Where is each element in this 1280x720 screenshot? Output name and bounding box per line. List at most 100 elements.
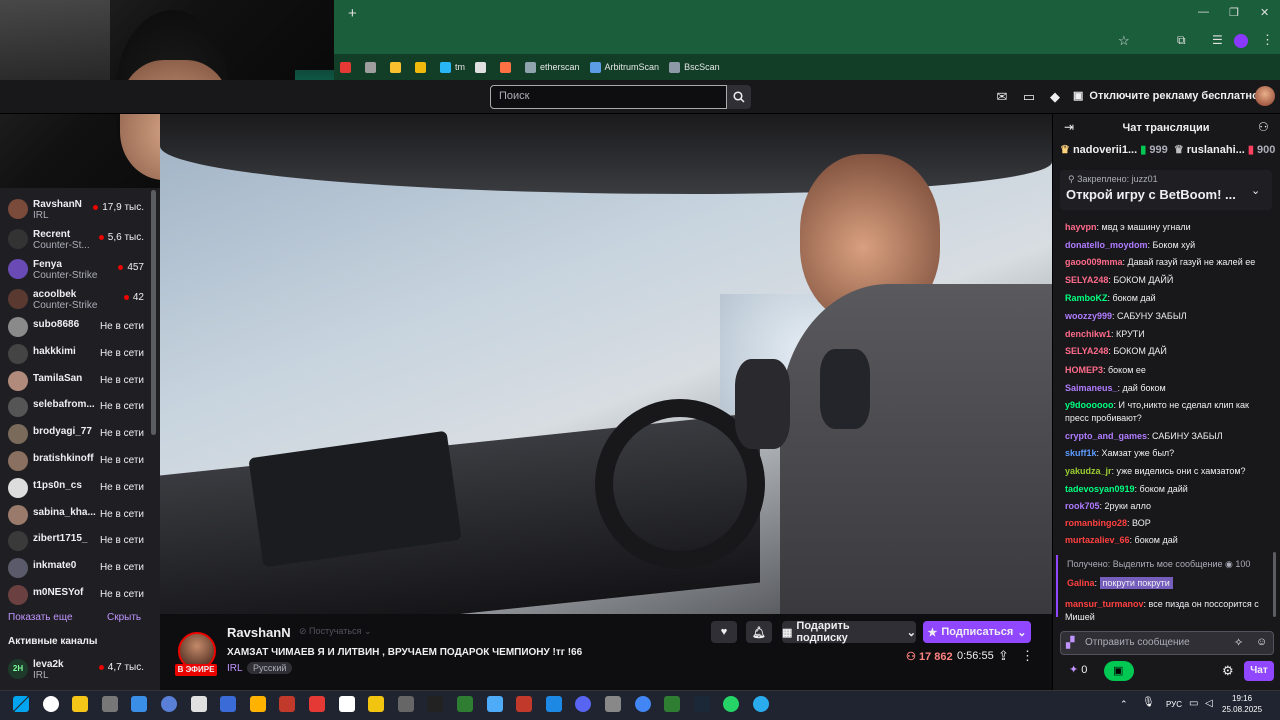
calculator-icon[interactable] — [220, 696, 237, 712]
system-clock[interactable]: 19:16 25.08.2025 — [1222, 693, 1262, 715]
emote-effect-icon[interactable]: ✧ — [1234, 636, 1243, 649]
sidebar-item-channel[interactable]: RavshanN IRL 17,9 тыс. — [0, 195, 150, 222]
github-icon[interactable] — [338, 696, 355, 712]
video-player[interactable] — [160, 114, 1052, 614]
sidebar-item-channel[interactable]: sabina_kha... Не в сети — [0, 501, 150, 528]
chat-username[interactable]: SELYA248 — [1065, 275, 1108, 285]
app-icon[interactable] — [457, 696, 473, 712]
chevron-down-icon[interactable]: ⌄ — [1251, 184, 1260, 197]
sidebar-item-channel[interactable]: inkmate0 Не в сети — [0, 554, 150, 581]
chat-username[interactable]: tadevosyan0919 — [1065, 484, 1135, 494]
new-tab-button[interactable]: + — [348, 5, 357, 22]
chat-username[interactable]: romanbingo28 — [1065, 518, 1127, 528]
photoshop-icon[interactable] — [545, 696, 562, 712]
app-icon[interactable] — [368, 696, 385, 712]
community-icon[interactable]: ⚇ — [1258, 120, 1269, 134]
sidebar-scrollbar[interactable] — [151, 190, 156, 435]
user-avatar[interactable] — [1255, 86, 1275, 106]
app-icon[interactable] — [427, 696, 444, 712]
chat-scrollbar[interactable] — [1273, 552, 1276, 617]
extensions-icon[interactable]: ⧉ — [1177, 33, 1186, 48]
obs-icon[interactable] — [605, 696, 621, 712]
claim-reward-button[interactable]: ▣ — [1104, 661, 1134, 681]
chevron-up-icon[interactable]: ⌃ — [1120, 699, 1128, 710]
telegram-icon[interactable] — [753, 696, 769, 712]
ad-free-button[interactable]: ▣ Отключите рекламу бесплатно — [1073, 89, 1259, 103]
emote-picker-icon[interactable]: ☺ — [1256, 636, 1267, 648]
sidebar-item-channel[interactable]: bratishkinoff Не в сети — [0, 447, 150, 474]
bookmark-star-icon[interactable]: ☆ — [1118, 33, 1130, 49]
terminal-icon[interactable] — [101, 696, 118, 712]
chat-send-button[interactable]: Чат — [1244, 661, 1274, 681]
bookmark-item[interactable] — [365, 61, 380, 73]
bookmark-item[interactable]: BscScan — [669, 61, 720, 73]
sidebar-item-channel[interactable]: m0NESYof Не в сети — [0, 581, 150, 608]
show-more-link[interactable]: Показать еще — [8, 612, 73, 623]
sidebar-item-channel[interactable]: subo8686 Не в сети — [0, 313, 150, 340]
reading-list-icon[interactable]: ☰ — [1212, 33, 1223, 47]
follow-button[interactable]: ♥ — [711, 621, 737, 643]
bookmark-item[interactable]: etherscan — [525, 61, 580, 73]
bookmark-item[interactable] — [340, 61, 355, 73]
bookmark-item[interactable] — [390, 61, 405, 73]
notifications-button[interactable]: 🔔︎ — [746, 621, 772, 643]
volume-icon[interactable]: ◁ — [1205, 698, 1213, 709]
shield-icon[interactable] — [516, 696, 533, 712]
bookmark-item[interactable] — [415, 61, 430, 73]
chat-username[interactable]: crypto_and_games — [1065, 431, 1147, 441]
language-tag[interactable]: Русский — [247, 662, 293, 674]
bookmark-item[interactable] — [500, 61, 515, 73]
folder-icon[interactable] — [249, 696, 266, 712]
search-input[interactable]: Поиск — [490, 85, 727, 109]
profile-icon[interactable] — [1234, 34, 1248, 48]
inbox-icon[interactable]: ✉ — [994, 89, 1010, 105]
streamer-name[interactable]: RavshanN — [227, 625, 291, 640]
windows-start-icon[interactable] — [13, 696, 29, 712]
steam-icon[interactable] — [693, 696, 710, 712]
chat-username[interactable]: skuff1k — [1065, 448, 1097, 458]
sidebar-item-active[interactable]: 2H leva2k IRL 4,7 тыс. — [0, 655, 150, 682]
bits-icon[interactable]: ▞ — [1066, 636, 1074, 649]
chat-username[interactable]: woozzy999 — [1065, 311, 1112, 321]
more-options-icon[interactable]: ⋮ — [1021, 648, 1034, 664]
settings-icon[interactable] — [161, 696, 177, 712]
sidebar-item-channel[interactable]: selebafrom... Не в сети — [0, 393, 150, 420]
chat-username[interactable]: gaoo009mma — [1065, 257, 1123, 267]
knock-button[interactable]: ⊘ Постучаться ⌄ — [299, 626, 371, 637]
gift-leaderboard[interactable]: ♛ nadoverii1... ▮ 999 ♛ ruslanahi... ▮ 9… — [1060, 143, 1275, 156]
chat-username[interactable]: yakudza_jr — [1065, 466, 1112, 476]
language-indicator[interactable]: РУС — [1166, 700, 1182, 709]
sidebar-item-channel[interactable]: Fenya Counter-Strike 457 — [0, 255, 150, 282]
photos-icon[interactable] — [131, 696, 148, 712]
share-icon[interactable]: ⇪ — [998, 648, 1009, 664]
sidebar-item-channel[interactable]: hakkkimi Не в сети — [0, 340, 150, 367]
menu-icon[interactable]: ⋮ — [1261, 32, 1274, 48]
channel-points[interactable]: ✦ 0 — [1069, 663, 1087, 676]
restore-icon[interactable]: ❐ — [1229, 6, 1239, 19]
settings-gear-icon[interactable]: ⚙ — [1222, 663, 1234, 679]
chat-username[interactable]: murtazaliev_66 — [1065, 535, 1130, 545]
chat-username[interactable]: SELYA248 — [1065, 346, 1108, 356]
minecraft-icon[interactable] — [664, 696, 681, 712]
store-icon[interactable] — [279, 696, 296, 712]
drops-icon[interactable]: ◆ — [1047, 89, 1063, 105]
sidebar-item-channel[interactable]: brodyagi_77 Не в сети — [0, 420, 150, 447]
chat-username[interactable]: rook705 — [1065, 501, 1100, 511]
chat-username[interactable]: Saimaneus_ — [1065, 383, 1118, 393]
chat-username[interactable]: mansur_turmanov — [1065, 599, 1144, 609]
whispers-icon[interactable]: ▭ — [1021, 89, 1037, 105]
chat-username[interactable]: HOMEP3 — [1065, 365, 1103, 375]
stream-category[interactable]: IRL — [227, 663, 243, 674]
sidebar-item-channel[interactable]: TamilaSan Не в сети — [0, 367, 150, 394]
hide-link[interactable]: Скрыть — [107, 612, 141, 623]
gift-sub-button[interactable]: ▦ Подарить подписку ⌄ — [782, 620, 916, 644]
chat-username[interactable]: hayvpn — [1065, 222, 1097, 232]
chat-username[interactable]: RamboKZ — [1065, 293, 1108, 303]
sidebar-item-channel[interactable]: Recrent Counter-St... 5,6 тыс. — [0, 225, 150, 252]
sidebar-item-channel[interactable]: t1ps0n_cs Не в сети — [0, 474, 150, 501]
sidebar-item-channel[interactable]: zibert1715_ Не в сети — [0, 527, 150, 554]
file-icon[interactable] — [72, 696, 89, 712]
search-icon[interactable] — [42, 696, 59, 712]
bookmark-item[interactable]: tm — [440, 61, 465, 73]
notepad-icon[interactable] — [190, 696, 207, 712]
